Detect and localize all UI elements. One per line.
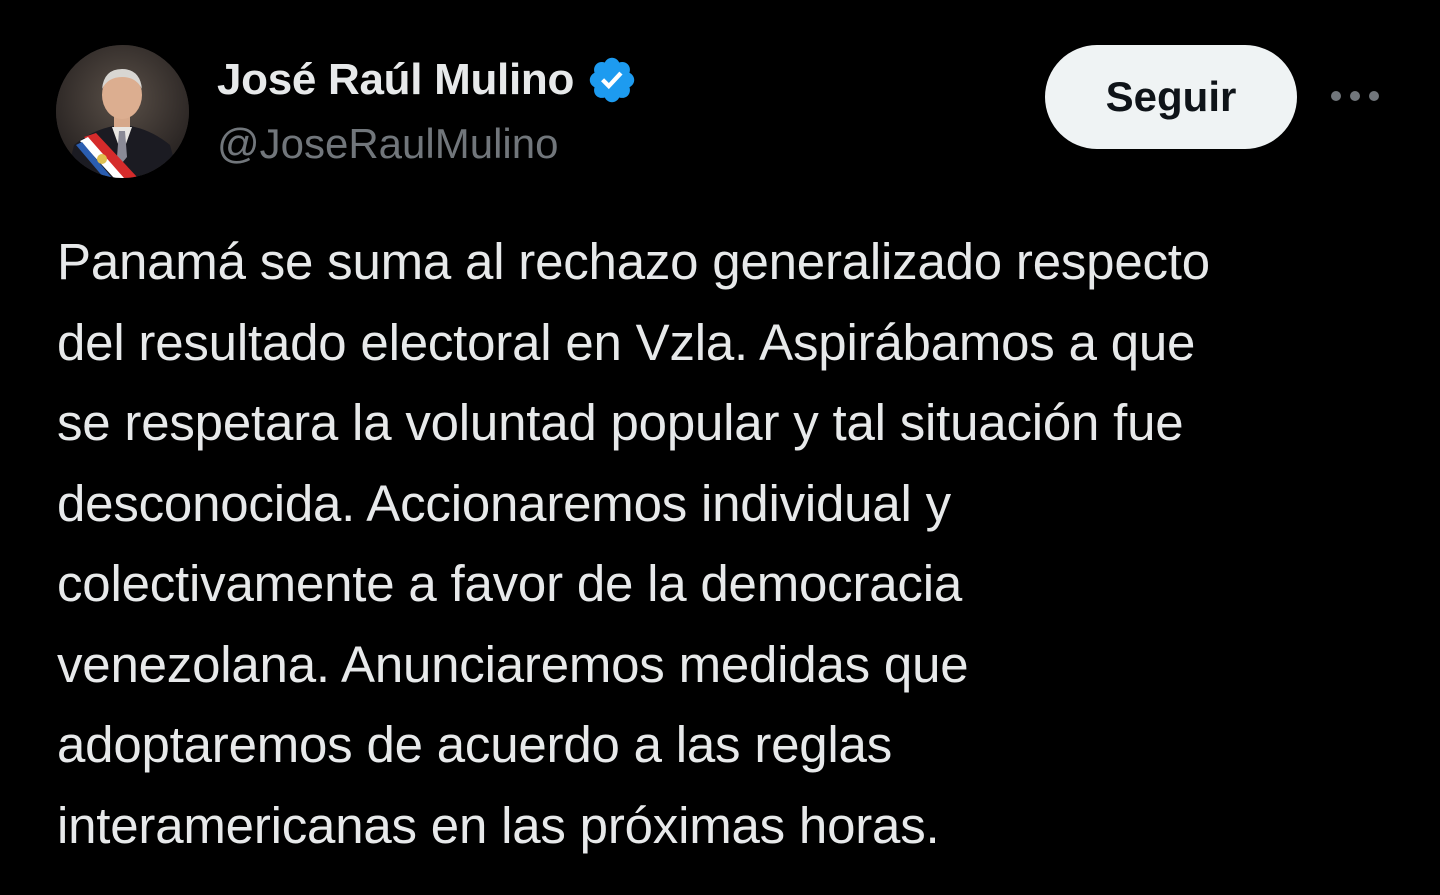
author-display-name[interactable]: José Raúl Mulino [217, 55, 574, 105]
tweet-text: Panamá se suma al rechazo generalizado r… [57, 233, 1210, 854]
follow-button[interactable]: Seguir [1045, 45, 1297, 149]
more-horizontal-icon [1331, 91, 1379, 101]
author-handle[interactable]: @JoseRaulMulino [217, 120, 638, 168]
avatar-photo [56, 45, 189, 178]
author-identity: José Raúl Mulino @JoseRaulMulino [217, 52, 638, 168]
author-avatar[interactable] [56, 45, 189, 178]
more-options-button[interactable] [1325, 76, 1385, 116]
name-row: José Raúl Mulino [217, 52, 638, 108]
tweet-card: José Raúl Mulino @JoseRaulMulino Seguir … [0, 0, 1440, 895]
verified-badge-icon [586, 54, 638, 106]
